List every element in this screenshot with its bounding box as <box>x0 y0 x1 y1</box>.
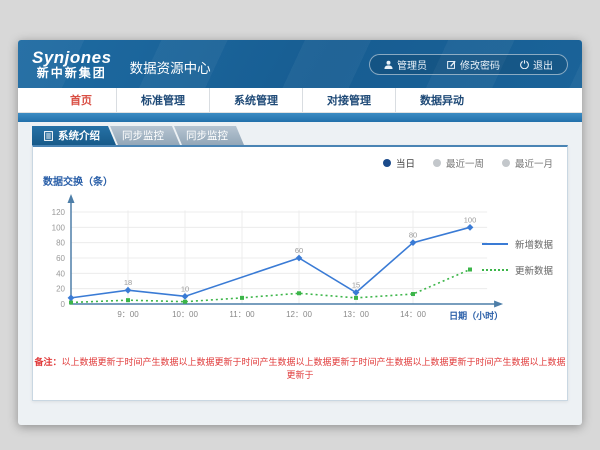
nav-item-home[interactable]: 首页 <box>46 88 117 112</box>
user-toolbar: 管理员 修改密码 退出 <box>369 54 568 75</box>
footnote-text: 以上数据更新于时间产生数据以上数据更新于时间产生数据以上数据更新于时间产生数据以… <box>62 357 566 380</box>
line-chart: 0 20 40 60 80 100 120 9：00 10：00 11：00 12：00 13：00 1… <box>37 189 507 344</box>
filter-last-month[interactable]: 最近一月 <box>502 156 553 170</box>
radio-dot-icon <box>502 159 510 167</box>
user-icon <box>384 60 393 69</box>
footnote: 备注：以上数据更新于时间产生数据以上数据更新于时间产生数据以上数据更新于时间产生… <box>33 355 567 381</box>
company-logo: Synjones 新中新集团 <box>32 49 112 79</box>
legend-label: 新增数据 <box>515 237 553 251</box>
series-legend: 新增数据 更新数据 <box>482 237 553 277</box>
tab-label: 系统介绍 <box>58 128 100 143</box>
tab-sync-monitor-1[interactable]: 同步监控 <box>110 126 180 145</box>
svg-text:13：00: 13：00 <box>343 310 369 319</box>
svg-text:80: 80 <box>56 239 65 248</box>
nav-item-interface-mgmt[interactable]: 对接管理 <box>303 88 396 112</box>
svg-text:100: 100 <box>52 223 66 232</box>
logout-label: 退出 <box>533 57 553 72</box>
radio-dot-icon <box>433 159 441 167</box>
time-range-filter: 当日 最近一周 最近一月 <box>383 156 553 170</box>
page-title: 数据资源中心 <box>130 57 211 77</box>
y-axis-title: 数据交换（条） <box>43 173 113 188</box>
svg-text:10: 10 <box>181 284 189 293</box>
legend-label: 更新数据 <box>515 263 553 277</box>
app-window: Synjones 新中新集团 数据资源中心 管理员 修改密码 退出 首页 标准管… <box>18 40 582 425</box>
svg-text:日期（小时）: 日期（小时） <box>449 310 503 321</box>
admin-user-label: 管理员 <box>397 57 427 72</box>
edit-icon <box>447 60 456 69</box>
tab-label: 同步监控 <box>186 128 228 143</box>
svg-text:10：00: 10：00 <box>172 310 198 319</box>
svg-text:0: 0 <box>61 300 66 309</box>
filter-label: 最近一月 <box>515 156 553 170</box>
main-nav: 首页 标准管理 系统管理 对接管理 数据异动 <box>18 88 582 113</box>
filter-label: 最近一周 <box>446 156 484 170</box>
tab-bar: 系统介绍 同步监控 同步监控 <box>32 126 238 145</box>
blue-line-swatch-icon <box>482 243 508 245</box>
filter-today[interactable]: 当日 <box>383 156 415 170</box>
document-icon <box>44 131 53 141</box>
nav-item-standard-mgmt[interactable]: 标准管理 <box>117 88 210 112</box>
svg-text:80: 80 <box>409 231 417 240</box>
change-password-button[interactable]: 修改密码 <box>437 55 510 74</box>
green-dotted-swatch-icon <box>482 269 508 271</box>
svg-text:11：00: 11：00 <box>229 310 255 319</box>
radio-dot-icon <box>383 159 391 167</box>
chart-canvas: 0 20 40 60 80 100 120 9：00 10：00 11：00 12：00 13：00 1… <box>37 189 507 344</box>
content-area: 系统介绍 同步监控 同步监控 当日 最近一周 <box>18 122 582 425</box>
svg-text:120: 120 <box>52 208 66 217</box>
svg-text:40: 40 <box>56 269 65 278</box>
svg-text:20: 20 <box>56 285 65 294</box>
legend-update-data[interactable]: 更新数据 <box>482 263 553 277</box>
admin-user-button[interactable]: 管理员 <box>374 55 437 74</box>
svg-text:100: 100 <box>464 215 477 224</box>
filter-label: 当日 <box>396 156 415 170</box>
logo-text: Synjones <box>32 49 112 67</box>
nav-item-data-change[interactable]: 数据异动 <box>396 88 488 112</box>
footnote-prefix: 备注： <box>34 357 61 367</box>
svg-text:60: 60 <box>56 254 65 263</box>
svg-text:15: 15 <box>352 281 360 290</box>
svg-text:18: 18 <box>124 278 132 287</box>
svg-text:14：00: 14：00 <box>400 310 426 319</box>
logo-subtext: 新中新集团 <box>37 67 107 80</box>
nav-item-system-mgmt[interactable]: 系统管理 <box>210 88 303 112</box>
logout-button[interactable]: 退出 <box>510 55 563 74</box>
filter-last-week[interactable]: 最近一周 <box>433 156 484 170</box>
svg-text:60: 60 <box>295 246 303 255</box>
nav-accent-bar <box>18 113 582 122</box>
tab-label: 同步监控 <box>122 128 164 143</box>
legend-new-data[interactable]: 新增数据 <box>482 237 553 251</box>
change-password-label: 修改密码 <box>460 57 500 72</box>
power-icon <box>520 60 529 69</box>
chart-card: 当日 最近一周 最近一月 数据交换（条） 0 20 40 60 80 100 120 9：00… <box>32 145 568 401</box>
app-header: Synjones 新中新集团 数据资源中心 管理员 修改密码 退出 <box>18 40 582 88</box>
svg-text:9：00: 9：00 <box>117 310 139 319</box>
tab-sync-monitor-2[interactable]: 同步监控 <box>174 126 244 145</box>
tab-system-intro[interactable]: 系统介绍 <box>32 126 116 145</box>
svg-text:12：00: 12：00 <box>286 310 312 319</box>
